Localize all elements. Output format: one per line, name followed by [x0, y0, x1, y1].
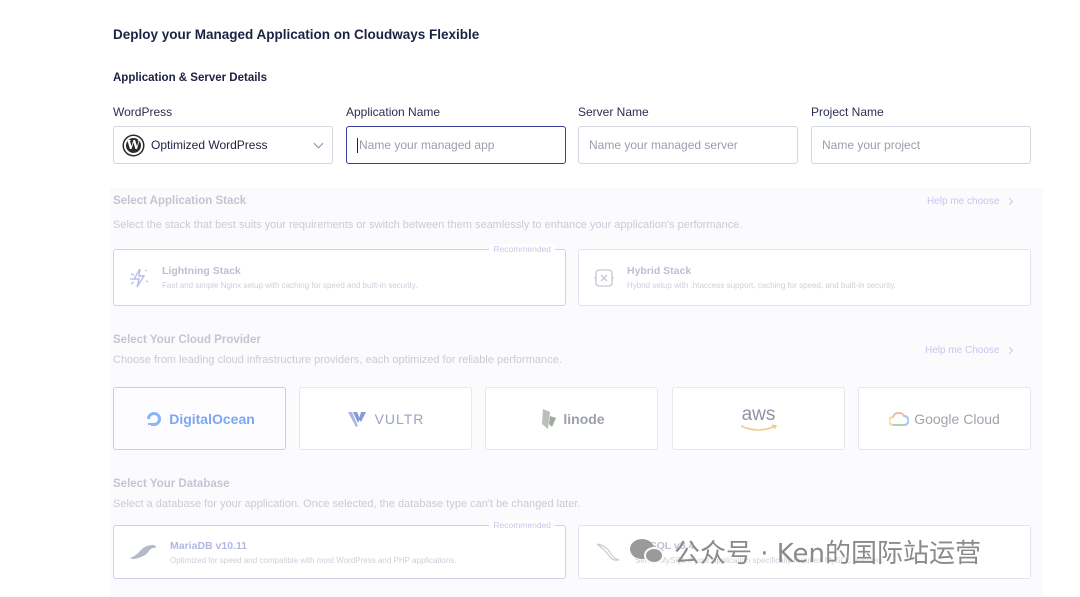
cloud-help-text: Help me Choose	[925, 345, 1000, 356]
text-caret	[357, 137, 358, 153]
hybrid-icon	[593, 267, 615, 289]
watermark-text: 公众号 · Ken的国际站运营	[674, 539, 982, 569]
app-name-label: Application Name	[346, 105, 441, 119]
provider-name: DigitalOcean	[169, 410, 255, 427]
project-name-placeholder: Name your project	[822, 138, 921, 152]
recommended-badge: Recommended	[489, 520, 555, 530]
provider-name: VULTR	[374, 410, 425, 427]
linode-icon	[542, 408, 557, 429]
stack-sub: Hybrid setup with .htaccess support, cac…	[627, 281, 896, 290]
lightning-icon	[128, 267, 150, 289]
app-name-placeholder: Name your managed app	[359, 138, 495, 152]
database-title: Select Your Database	[113, 478, 230, 490]
google-cloud-icon	[889, 411, 910, 426]
stack-option-hybrid[interactable]: Hybrid Stack Hybrid setup with .htaccess…	[578, 249, 1031, 306]
project-name-label: Project Name	[811, 105, 884, 119]
mysql-dolphin-icon	[593, 541, 623, 563]
provider-aws[interactable]: aws	[672, 387, 845, 450]
watermark: 公众号 · Ken的国际站运营	[630, 533, 981, 570]
stack-sub: Fast and simple Nginx setup with caching…	[162, 281, 418, 290]
chevron-down-icon	[313, 138, 324, 148]
stack-description: Select the stack that best suits your re…	[113, 219, 743, 231]
cloud-description: Choose from leading cloud infrastructure…	[113, 354, 562, 366]
chevron-right-icon	[1006, 346, 1014, 355]
page-title: Deploy your Managed Application on Cloud…	[113, 27, 480, 42]
cloud-title: Select Your Cloud Provider	[113, 334, 261, 346]
project-name-input[interactable]: Name your project	[811, 126, 1031, 164]
cloud-help-link[interactable]: Help me Choose	[925, 345, 1014, 356]
db-sub: Optimized for speed and compatible with …	[170, 555, 457, 565]
recommended-badge: Recommended	[489, 244, 555, 254]
app-type-label: WordPress	[113, 105, 173, 119]
stack-name: Lightning Stack	[162, 265, 241, 277]
provider-name: linode	[563, 410, 605, 427]
vultr-icon	[347, 411, 366, 427]
app-type-select[interactable]: W Optimized WordPress	[113, 126, 333, 164]
section-title: Application & Server Details	[113, 72, 268, 84]
provider-name: aws	[741, 403, 776, 425]
mariadb-seal-icon	[128, 541, 158, 563]
db-option-mariadb[interactable]: Recommended MariaDB v10.11 Optimized for…	[113, 520, 566, 579]
server-name-placeholder: Name your managed server	[589, 138, 738, 152]
provider-linode[interactable]: linode	[485, 387, 658, 450]
wordpress-icon: W	[124, 135, 143, 155]
app-name-input[interactable]: Name your managed app	[346, 126, 566, 164]
provider-google-cloud[interactable]: Google Cloud	[858, 387, 1031, 450]
stack-help-link[interactable]: Help me choose	[927, 196, 1014, 207]
db-name: MariaDB v10.11	[170, 539, 248, 552]
stack-name: Hybrid Stack	[627, 265, 692, 277]
provider-name: Google Cloud	[914, 410, 1000, 427]
stack-option-lightning[interactable]: Recommended Lightning Stack Fast and sim…	[113, 244, 566, 306]
digitalocean-icon	[147, 411, 162, 426]
chevron-right-icon	[1006, 197, 1014, 206]
database-description: Select a database for your application. …	[113, 498, 581, 510]
aws-smile-icon	[740, 423, 777, 431]
server-name-input[interactable]: Name your managed server	[578, 126, 798, 164]
provider-digitalocean[interactable]: DigitalOcean	[113, 387, 286, 450]
stack-help-text: Help me choose	[927, 196, 1000, 207]
server-name-label: Server Name	[578, 105, 649, 119]
stack-title: Select Application Stack	[113, 195, 247, 207]
wechat-icon	[630, 537, 666, 567]
provider-vultr[interactable]: VULTR	[299, 387, 472, 450]
app-type-value: Optimized WordPress	[151, 138, 268, 152]
